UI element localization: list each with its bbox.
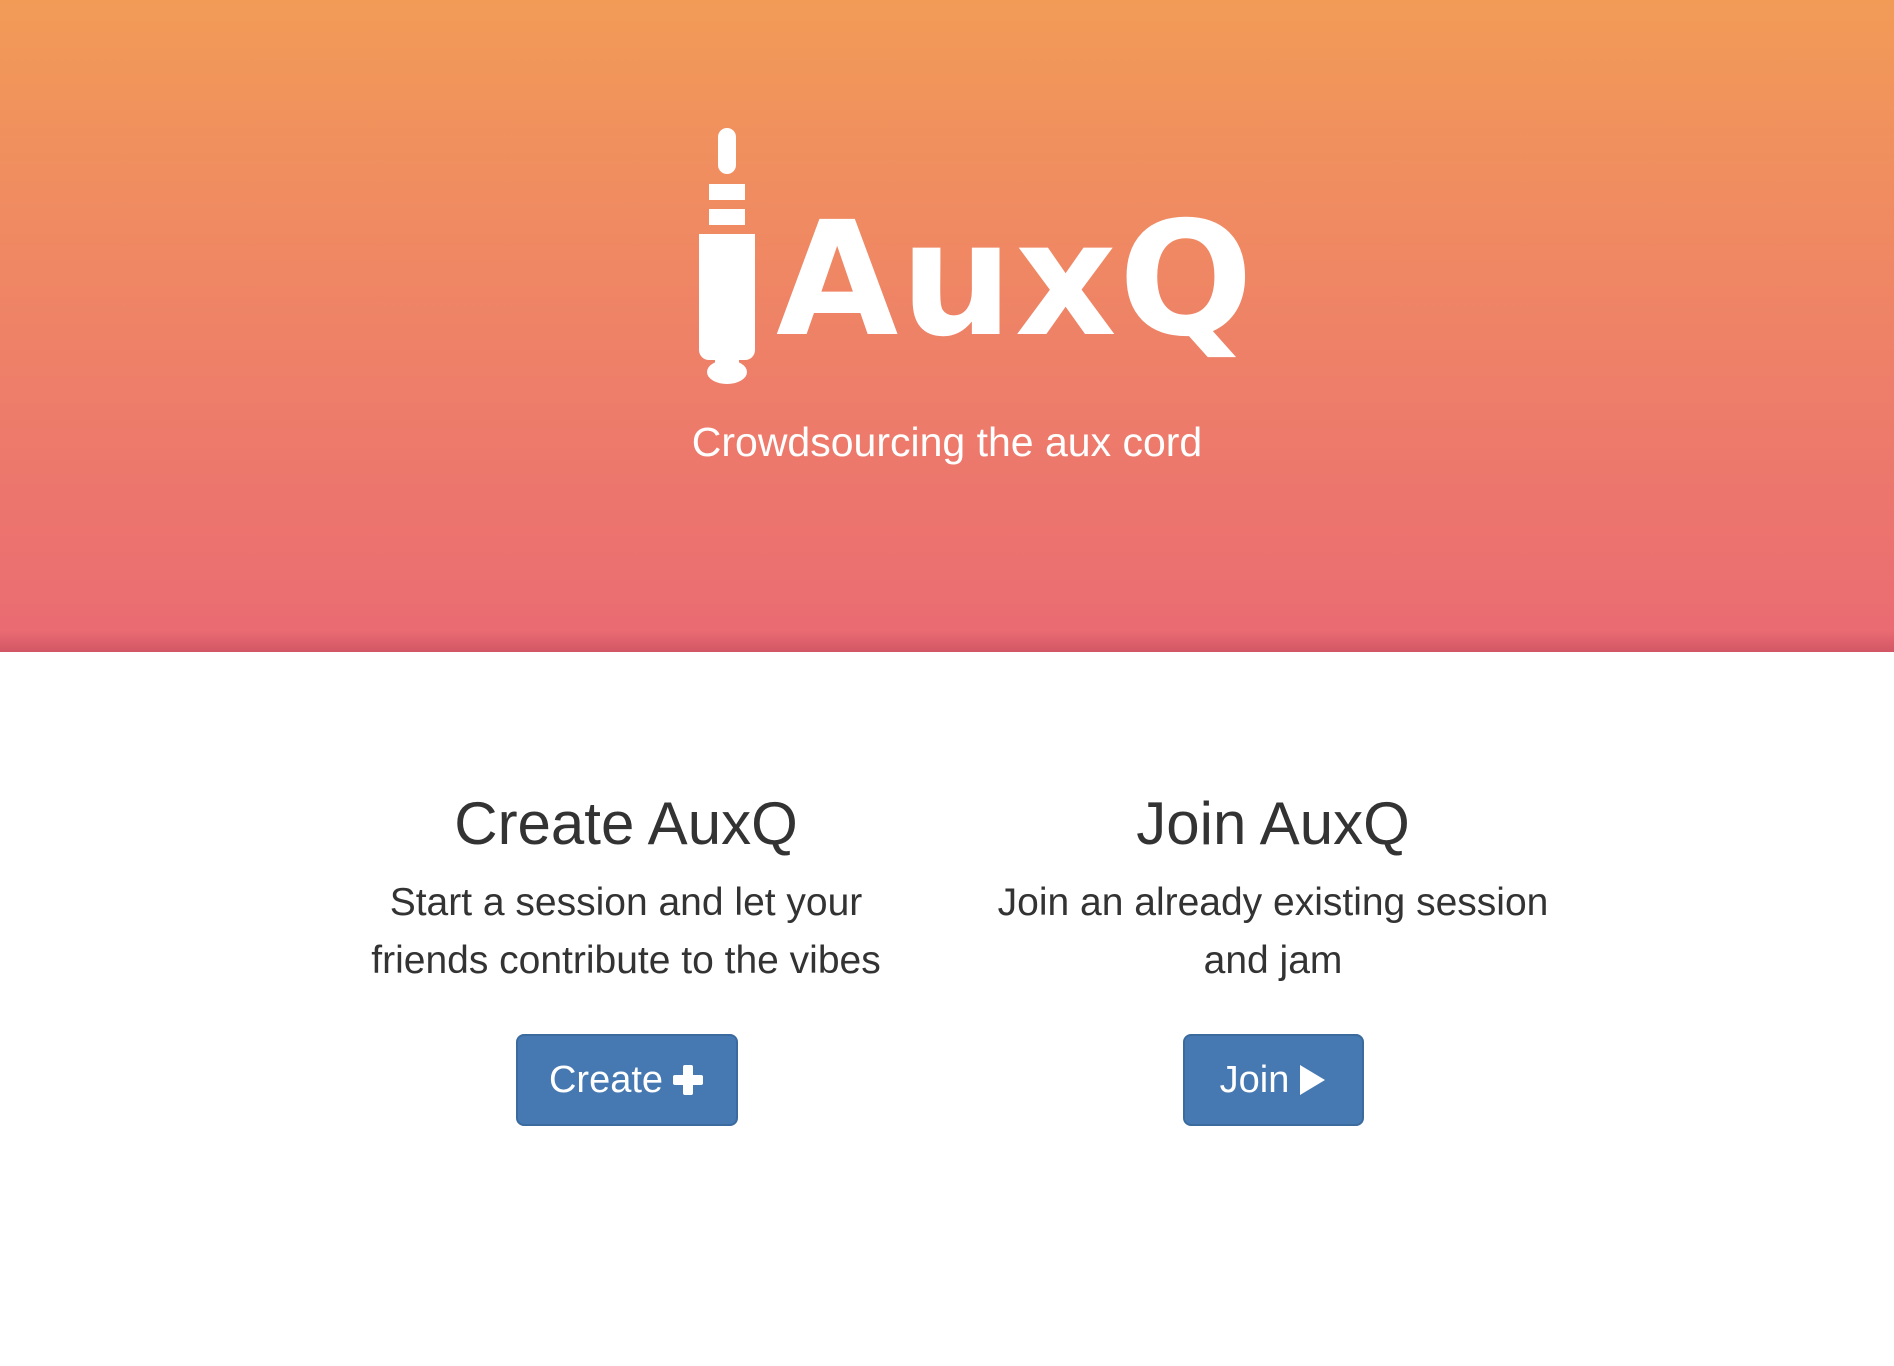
play-icon bbox=[1297, 1063, 1327, 1097]
tagline: Crowdsourcing the aux cord bbox=[691, 419, 1203, 465]
join-title: Join AuxQ bbox=[1136, 790, 1410, 857]
join-button[interactable]: Join bbox=[1183, 1034, 1364, 1126]
join-button-label: Join bbox=[1219, 1058, 1290, 1101]
create-section: Create AuxQ Start a session and let your… bbox=[276, 784, 976, 990]
join-description: Join an already existing session and jam bbox=[997, 881, 1549, 982]
hero-banner: AuxQ Crowdsourcing the aux cord bbox=[0, 0, 1894, 652]
create-description: Start a session and let your friends con… bbox=[371, 881, 881, 982]
plus-icon bbox=[671, 1063, 705, 1097]
create-button[interactable]: Create bbox=[516, 1034, 738, 1126]
hero-bottom-shadow bbox=[0, 630, 1894, 652]
join-section: Join AuxQ Join an already existing sessi… bbox=[923, 784, 1623, 990]
logo-wordmark: AuxQ bbox=[776, 188, 1255, 372]
logo: AuxQ bbox=[690, 120, 1253, 400]
create-button-label: Create bbox=[548, 1058, 664, 1101]
aux-jack-icon bbox=[699, 128, 755, 384]
create-title: Create AuxQ bbox=[454, 790, 798, 857]
